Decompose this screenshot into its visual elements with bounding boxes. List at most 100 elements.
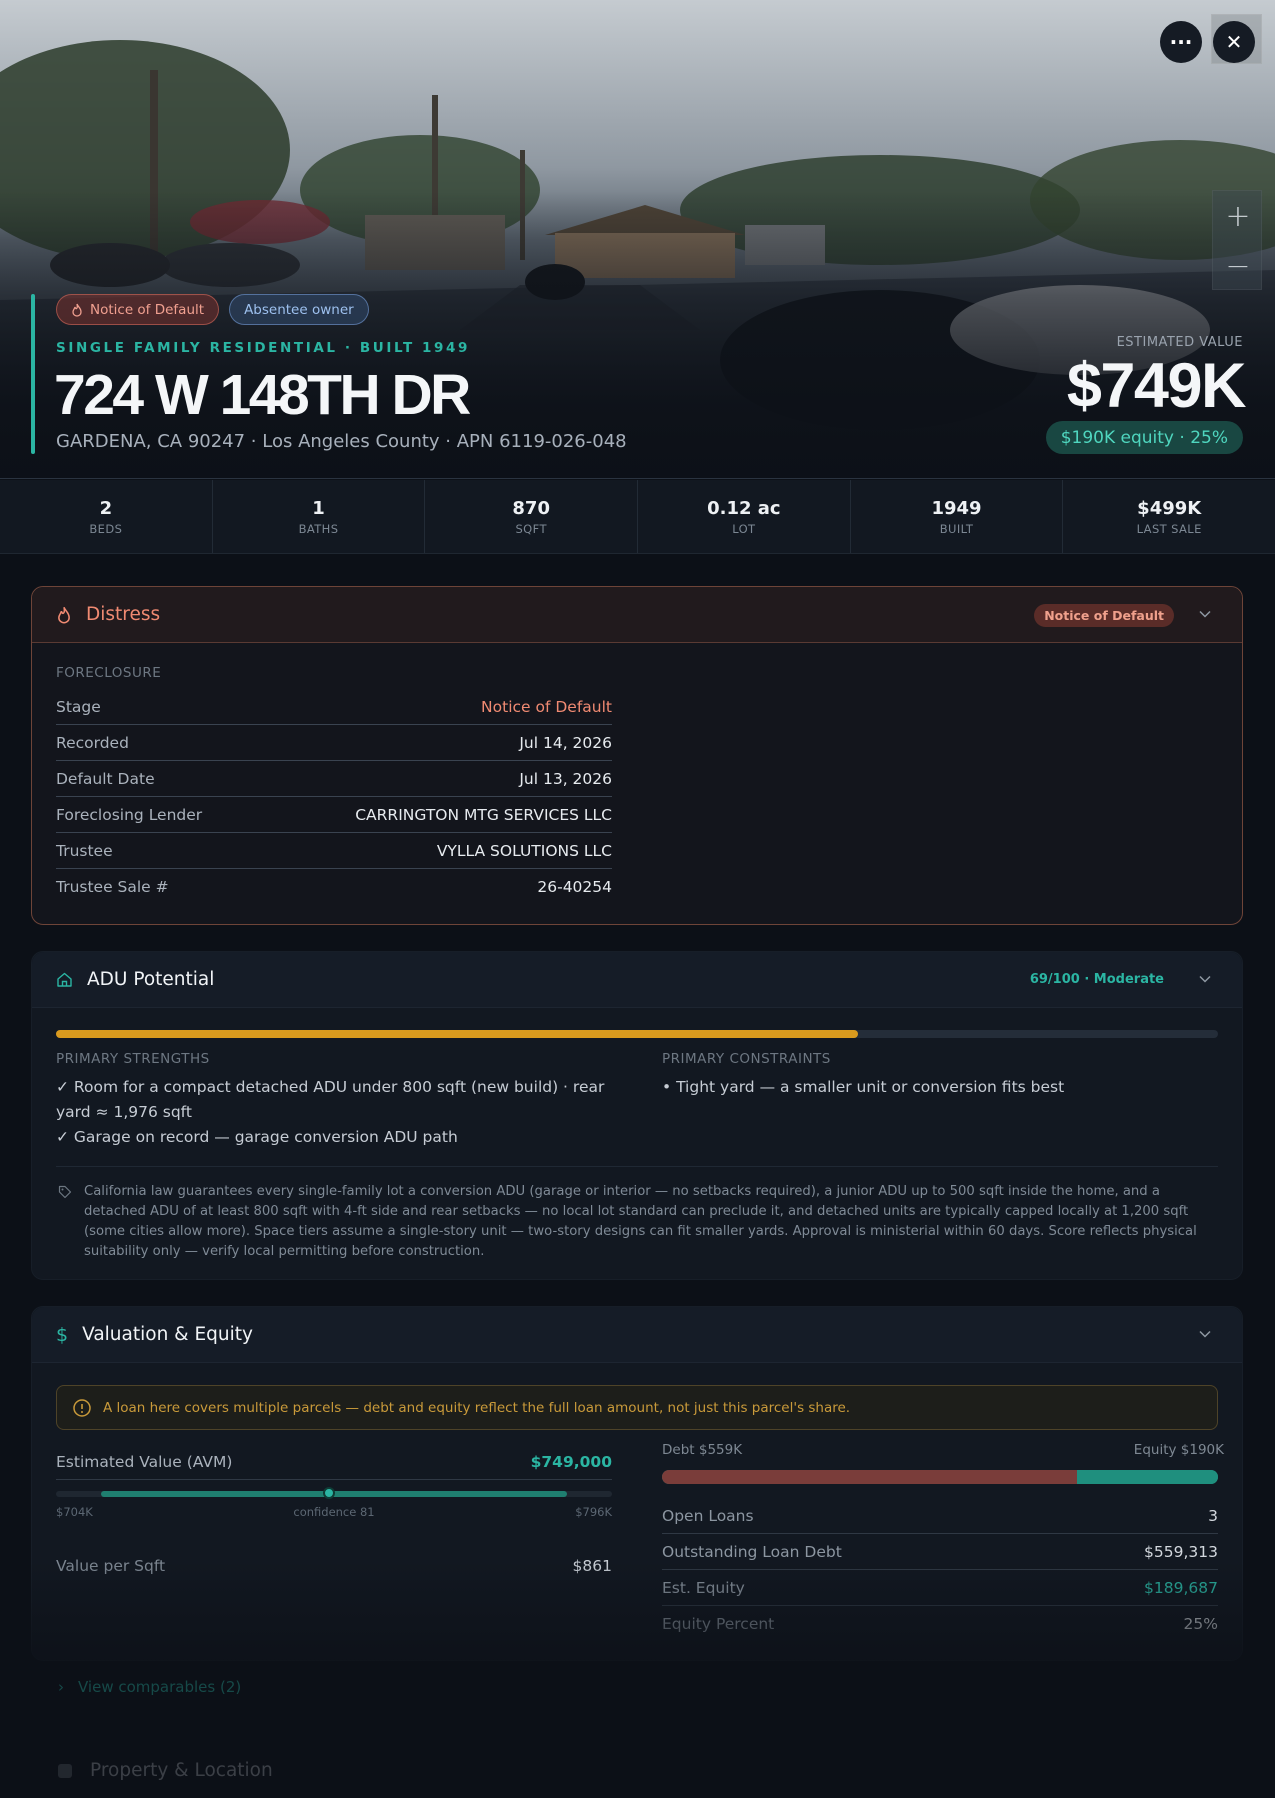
table-row: Equity Percent 25% [662, 1606, 1218, 1642]
adu-card-header[interactable]: ADU Potential 69/100 · Moderate [32, 952, 1242, 1008]
row-label: Equity Percent [662, 1615, 775, 1633]
badge-notice-of-default: Notice of Default [56, 294, 220, 325]
stat-value: 1 [312, 497, 325, 519]
table-row: Stage Notice of Default [56, 689, 612, 725]
range-value-marker [322, 1487, 335, 1499]
stat-sqft: 870 SQFT [425, 480, 639, 553]
estimated-value: $749K [1066, 351, 1247, 421]
estimated-value-label: ESTIMATED VALUE [1116, 335, 1243, 350]
row-label: Est. Equity [662, 1578, 745, 1597]
avm-value: $749,000 [530, 1452, 612, 1471]
row-value: Jul 14, 2026 [519, 733, 612, 752]
property-address-title: 724 W 148TH DR [54, 363, 471, 427]
table-row: Trustee Sale # 26-40254 [56, 869, 612, 905]
row-value: Jul 13, 2026 [519, 769, 612, 788]
row-label: Stage [56, 697, 101, 716]
distress-card-title: Distress [86, 604, 161, 625]
stat-last-sale: $499K LAST SALE [1063, 480, 1275, 553]
equity-label: Equity $190K [1133, 1442, 1224, 1458]
stat-value: 0.12 ac [707, 497, 781, 519]
hero-badges: Notice of Default Absentee owner [56, 294, 369, 325]
chevron-right-icon: › [58, 1678, 64, 1696]
chevron-down-icon[interactable] [1198, 1327, 1212, 1341]
foreclosure-table: Stage Notice of Default Recorded Jul 14,… [56, 689, 612, 905]
row-label: Foreclosing Lender [56, 805, 203, 824]
row-value: 25% [1183, 1615, 1218, 1633]
avm-row: Estimated Value (AVM) $749,000 [56, 1444, 612, 1480]
stat-built: 1949 BUILT [851, 480, 1064, 553]
row-value: $189,687 [1144, 1578, 1218, 1597]
flame-icon [72, 303, 82, 317]
table-row: Outstanding Loan Debt $559,313 [662, 1534, 1218, 1570]
range-confidence: confidence 81 [293, 1505, 375, 1519]
valuation-equity-card: $ Valuation & Equity A loan here covers … [31, 1306, 1243, 1661]
list-item: ✓ Garage on record — garage conversion A… [56, 1128, 458, 1146]
strengths-list: ✓ Room for a compact detached ADU under … [56, 1075, 616, 1150]
table-row: Foreclosing Lender CARRINGTON MTG SERVIC… [56, 797, 612, 833]
avm-label: Estimated Value (AVM) [56, 1452, 233, 1471]
debt-equity-labels: Debt $559K Equity $190K [662, 1442, 1224, 1458]
row-value: Notice of Default [481, 697, 612, 716]
property-stats-bar: 2 BEDS 1 BATHS 870 SQFT 0.12 ac LOT 1949… [0, 480, 1275, 554]
range-low: $704K [56, 1505, 93, 1519]
badge-label: Notice of Default [90, 301, 205, 318]
chevron-down-icon[interactable] [1198, 607, 1212, 621]
row-value: CARRINGTON MTG SERVICES LLC [355, 805, 612, 824]
row-label: Value per Sqft [56, 1557, 166, 1575]
adu-potential-card: ADU Potential 69/100 · Moderate PRIMARY … [31, 951, 1243, 1280]
list-item: ✓ Room for a compact detached ADU under … [56, 1078, 605, 1121]
table-row: Trustee VYLLA SOLUTIONS LLC [56, 833, 612, 869]
table-row: Recorded Jul 14, 2026 [56, 725, 612, 761]
table-row: Open Loans 3 [662, 1498, 1218, 1534]
tag-icon [58, 1185, 72, 1199]
more-options-button[interactable]: ··· [1160, 21, 1202, 63]
badge-label: Absentee owner [244, 301, 354, 318]
adu-score-fill [56, 1030, 858, 1038]
close-button[interactable]: ✕ [1213, 21, 1255, 63]
flame-icon [58, 606, 70, 623]
property-location-section-header[interactable]: Property & Location [58, 1760, 273, 1781]
stat-value: 870 [512, 497, 550, 519]
zoom-out-button[interactable]: − [1213, 241, 1263, 291]
view-comparables-link[interactable]: › View comparables (2) [58, 1678, 241, 1696]
map-zoom-controls: + − [1212, 190, 1262, 290]
table-row: Default Date Jul 13, 2026 [56, 761, 612, 797]
zoom-in-button[interactable]: + [1213, 191, 1263, 241]
dollar-icon: $ [56, 1323, 69, 1346]
property-location-title: Property & Location [90, 1760, 273, 1781]
stat-label: BUILT [939, 521, 974, 536]
property-type-subtitle: SINGLE FAMILY RESIDENTIAL · BUILT 1949 [56, 340, 471, 356]
distress-card-header[interactable]: Distress Notice of Default [32, 587, 1242, 643]
map-pin-icon [58, 1763, 72, 1778]
comparables-label: View comparables (2) [78, 1678, 242, 1696]
range-labels: $704K confidence 81 $796K [56, 1505, 612, 1519]
warning-text: A loan here covers multiple parcels — de… [103, 1399, 851, 1416]
stat-label: LOT [732, 521, 756, 536]
row-value: 3 [1208, 1506, 1218, 1525]
adu-score-bar [56, 1030, 1218, 1038]
row-value: $861 [572, 1557, 612, 1575]
list-item: • Tight yard — a smaller unit or convers… [662, 1078, 1065, 1096]
foreclosure-section-caption: FORECLOSURE [56, 665, 162, 681]
adu-score-label: 69/100 · Moderate [1029, 972, 1164, 987]
debt-segment [662, 1470, 1078, 1484]
stat-baths: 1 BATHS [213, 480, 426, 553]
debt-label: Debt $559K [662, 1442, 743, 1458]
valuation-card-header[interactable]: $ Valuation & Equity [32, 1307, 1242, 1363]
hero-accent-bar [31, 294, 35, 454]
row-label: Open Loans [662, 1506, 754, 1525]
chevron-down-icon[interactable] [1198, 972, 1212, 986]
stat-label: BEDS [89, 521, 123, 536]
adu-legal-note: California law guarantees every single-f… [84, 1184, 1197, 1259]
stat-label: LAST SALE [1136, 521, 1202, 536]
alert-circle-icon [73, 1399, 91, 1417]
row-label: Trustee Sale # [56, 878, 169, 896]
stat-lot: 0.12 ac LOT [638, 480, 851, 553]
debt-equity-bar [662, 1470, 1218, 1484]
equity-segment [1077, 1470, 1218, 1484]
avm-confidence-range [56, 1487, 612, 1499]
loan-table: Open Loans 3 Outstanding Loan Debt $559,… [662, 1498, 1218, 1642]
valuation-card-title: Valuation & Equity [82, 1324, 253, 1345]
stat-label: SQFT [515, 521, 547, 536]
badge-absentee-owner: Absentee owner [229, 294, 369, 325]
